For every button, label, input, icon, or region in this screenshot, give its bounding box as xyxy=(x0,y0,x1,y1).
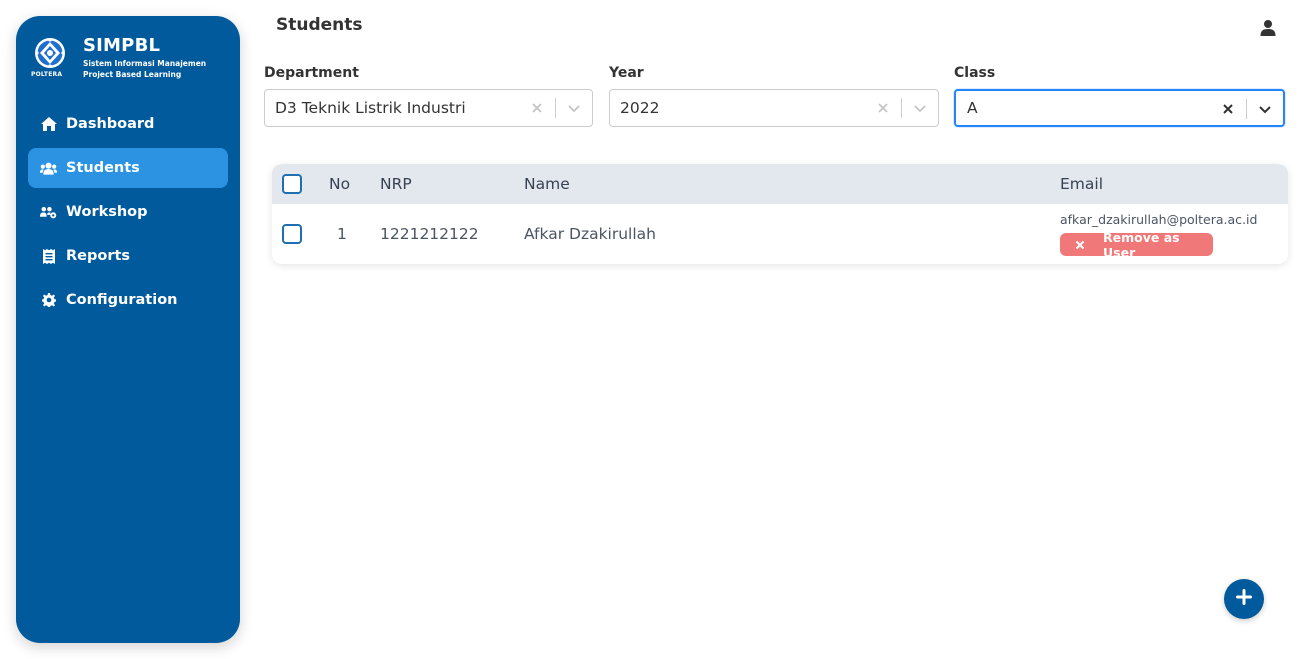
row-name: Afkar Dzakirullah xyxy=(524,225,656,243)
class-value: A xyxy=(967,99,978,117)
department-value: D3 Teknik Listrik Industri xyxy=(275,99,466,117)
logo-text: POLTERA xyxy=(31,71,63,78)
page-title: Students xyxy=(276,15,363,35)
sidebar-item-label: Dashboard xyxy=(66,116,155,132)
select-divider xyxy=(1246,99,1247,119)
remove-as-user-label: Remove as User xyxy=(1103,229,1180,260)
row-no: 1 xyxy=(337,225,347,243)
sidebar-item-reports[interactable]: Reports xyxy=(28,236,228,276)
year-label: Year xyxy=(609,65,644,81)
users-icon xyxy=(40,160,57,176)
column-header-name[interactable]: Name xyxy=(524,164,570,204)
close-icon xyxy=(1074,239,1086,251)
sidebar-item-label: Configuration xyxy=(66,292,178,308)
plus-icon xyxy=(1236,589,1252,609)
column-header-email[interactable]: Email xyxy=(1060,164,1103,204)
sidebar-nav: Dashboard Students Workshop Reports Conf… xyxy=(28,104,228,324)
select-divider xyxy=(901,98,902,118)
chevron-down-icon[interactable] xyxy=(566,100,582,116)
poltera-logo: POLTERA xyxy=(30,36,70,80)
app-name: SIMPBL xyxy=(83,35,161,56)
email-cell: afkar_dzakirullah@poltera.ac.id Remove a… xyxy=(1060,212,1258,260)
row-nrp: 1221212122 xyxy=(380,225,479,243)
department-filter: Department D3 Teknik Listrik Industri xyxy=(264,65,593,127)
sidebar-item-configuration[interactable]: Configuration xyxy=(28,280,228,320)
class-filter: Class A xyxy=(954,65,1285,127)
column-header-no[interactable]: No xyxy=(329,164,350,204)
row-email: afkar_dzakirullah@poltera.ac.id xyxy=(1060,212,1258,227)
table-row[interactable]: 1 1221212122 Afkar Dzakirullah afkar_dza… xyxy=(272,204,1288,264)
clear-icon[interactable] xyxy=(875,100,891,116)
receipt-icon xyxy=(40,248,57,264)
table-header: No NRP Name Email xyxy=(272,164,1288,204)
user-icon[interactable] xyxy=(1259,19,1277,37)
add-student-button[interactable] xyxy=(1224,579,1264,619)
sidebar-item-label: Students xyxy=(66,160,140,176)
year-filter: Year 2022 xyxy=(609,65,939,127)
class-select[interactable]: A xyxy=(954,89,1285,127)
sidebar-item-dashboard[interactable]: Dashboard xyxy=(28,104,228,144)
column-header-nrp[interactable]: NRP xyxy=(380,164,412,204)
year-value: 2022 xyxy=(620,99,660,117)
gear-icon xyxy=(40,292,57,308)
chevron-down-icon[interactable] xyxy=(1257,101,1273,117)
sidebar-item-label: Reports xyxy=(66,248,131,264)
sidebar: POLTERA SIMPBL Sistem Informasi Manajeme… xyxy=(16,16,240,643)
department-label: Department xyxy=(264,65,359,81)
clear-icon[interactable] xyxy=(529,100,545,116)
home-icon xyxy=(40,116,57,132)
select-all-checkbox[interactable] xyxy=(282,174,302,194)
app-subtitle-2: Project Based Learning xyxy=(83,70,182,79)
row-checkbox[interactable] xyxy=(282,224,302,244)
select-divider xyxy=(555,98,556,118)
class-label: Class xyxy=(954,65,996,81)
department-select[interactable]: D3 Teknik Listrik Industri xyxy=(264,89,593,127)
brand[interactable]: POLTERA SIMPBL Sistem Informasi Manajeme… xyxy=(30,36,206,80)
students-table: No NRP Name Email 1 1221212122 Afkar Dza… xyxy=(272,164,1288,264)
users-cog-icon xyxy=(40,204,57,220)
clear-icon[interactable] xyxy=(1220,101,1236,117)
chevron-down-icon[interactable] xyxy=(912,100,928,116)
app-subtitle-1: Sistem Informasi Manajemen xyxy=(83,59,207,68)
year-select[interactable]: 2022 xyxy=(609,89,939,127)
sidebar-item-workshop[interactable]: Workshop xyxy=(28,192,228,232)
remove-as-user-button[interactable]: Remove as User xyxy=(1060,230,1213,260)
sidebar-item-students[interactable]: Students xyxy=(28,148,228,188)
sidebar-item-label: Workshop xyxy=(66,204,148,220)
